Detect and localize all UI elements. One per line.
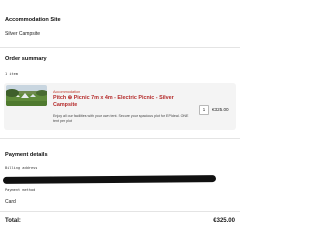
item-category-badge: Accommodation xyxy=(53,90,81,94)
billing-address-label: Billing address xyxy=(5,166,38,170)
item-title-link[interactable]: Pitch ⊕ Picnic 7m x 4m - Electric Picnic… xyxy=(53,95,193,109)
order-summary-heading: Order summary xyxy=(5,56,47,62)
divider xyxy=(0,47,240,48)
campsite-photo-icon xyxy=(6,85,47,106)
payment-method-value: Card xyxy=(5,199,16,205)
item-price: €325.00 xyxy=(212,107,229,112)
accommodation-heading: Accommodation Site xyxy=(5,17,61,23)
payment-details-heading: Payment details xyxy=(5,152,48,158)
total-value: €325.00 xyxy=(213,218,235,224)
payment-method-label: Payment method xyxy=(5,188,36,192)
order-item-card: Accommodation Pitch ⊕ Picnic 7m x 4m - E… xyxy=(4,83,236,130)
item-description: Enjoy all our facilities with your own t… xyxy=(53,114,189,123)
order-item-count: 1 item xyxy=(5,72,18,76)
accommodation-site-name: Silver Campsite xyxy=(5,31,41,37)
divider xyxy=(0,138,240,139)
divider xyxy=(0,211,240,212)
quantity-field[interactable]: 1 xyxy=(199,105,209,115)
total-label: Total: xyxy=(5,218,21,224)
billing-address-redacted xyxy=(2,175,217,184)
